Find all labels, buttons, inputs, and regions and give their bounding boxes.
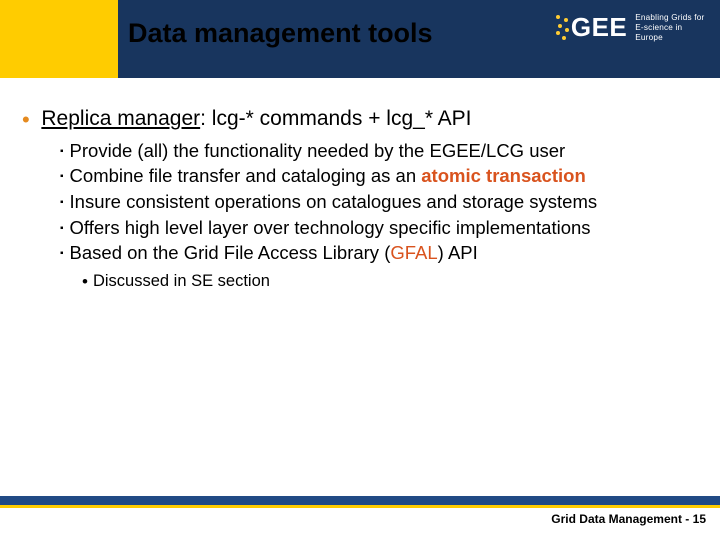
- sub-bullet-5-accent: GFAL: [390, 242, 437, 263]
- footer-blue-bar: [0, 496, 720, 505]
- bullet-level1: • Replica manager: lcg-* commands + lcg_…: [22, 105, 698, 132]
- square-bullet-icon: ▪: [60, 223, 64, 234]
- mini-dot-icon: •: [82, 272, 88, 291]
- bullet-dot-icon: •: [22, 107, 30, 132]
- subsub-block: • Discussed in SE section: [82, 271, 698, 292]
- sub-bullet-4-text: Offers high level layer over technology …: [70, 217, 591, 238]
- sub-bullet-3-text: Insure consistent operations on catalogu…: [70, 191, 598, 212]
- logo-text: GEE: [571, 12, 627, 43]
- sub-bullet-5-text-a: Based on the Grid File Access Library (: [70, 242, 391, 263]
- slide: Data management tools GEE Enabling Grids…: [0, 0, 720, 540]
- sub-bullet-2: ▪ Combine file transfer and cataloging as…: [60, 165, 698, 188]
- sub-bullets: ▪ Provide (all) the functionality needed …: [60, 140, 698, 292]
- sub-bullet-2-bold: atomic transaction: [421, 165, 586, 186]
- sub-bullet-2-text-a: Combine file transfer and cataloging as …: [70, 165, 422, 186]
- subsub-bullet-1: • Discussed in SE section: [82, 271, 698, 292]
- content-body: • Replica manager: lcg-* commands + lcg_…: [22, 95, 698, 293]
- egee-logo: GEE Enabling Grids for E-science in Euro…: [556, 12, 706, 67]
- square-bullet-icon: ▪: [60, 146, 64, 157]
- footer: Grid Data Management - 15: [0, 496, 720, 526]
- square-bullet-icon: ▪: [60, 248, 64, 259]
- square-bullet-icon: ▪: [60, 197, 64, 208]
- sub-bullet-5-text-c: ) API: [438, 242, 478, 263]
- sub-bullet-3: ▪ Insure consistent operations on catalog…: [60, 191, 698, 214]
- sub-bullet-1-text: Provide (all) the functionality needed b…: [70, 140, 566, 161]
- logo-tagline-2: E-science in Europe: [635, 23, 706, 43]
- bullet-l1-underlined: Replica manager: [41, 107, 200, 130]
- bullet-l1-rest: : lcg-* commands + lcg_* API: [200, 107, 471, 130]
- header-yellow-bg: [0, 0, 118, 78]
- subsub-bullet-1-text: Discussed in SE section: [93, 272, 270, 290]
- slide-title: Data management tools: [128, 18, 560, 49]
- sub-bullet-1: ▪ Provide (all) the functionality needed …: [60, 140, 698, 163]
- footer-text: Grid Data Management - 15: [0, 508, 720, 526]
- header: Data management tools GEE Enabling Grids…: [0, 0, 720, 78]
- logo-tagline: Enabling Grids for E-science in Europe: [635, 13, 706, 43]
- sub-bullet-5: ▪ Based on the Grid File Access Library (…: [60, 242, 698, 265]
- sub-bullet-4: ▪ Offers high level layer over technology…: [60, 217, 698, 240]
- logo-dots-icon: [556, 15, 569, 41]
- square-bullet-icon: ▪: [60, 171, 64, 182]
- logo-tagline-1: Enabling Grids for: [635, 13, 706, 23]
